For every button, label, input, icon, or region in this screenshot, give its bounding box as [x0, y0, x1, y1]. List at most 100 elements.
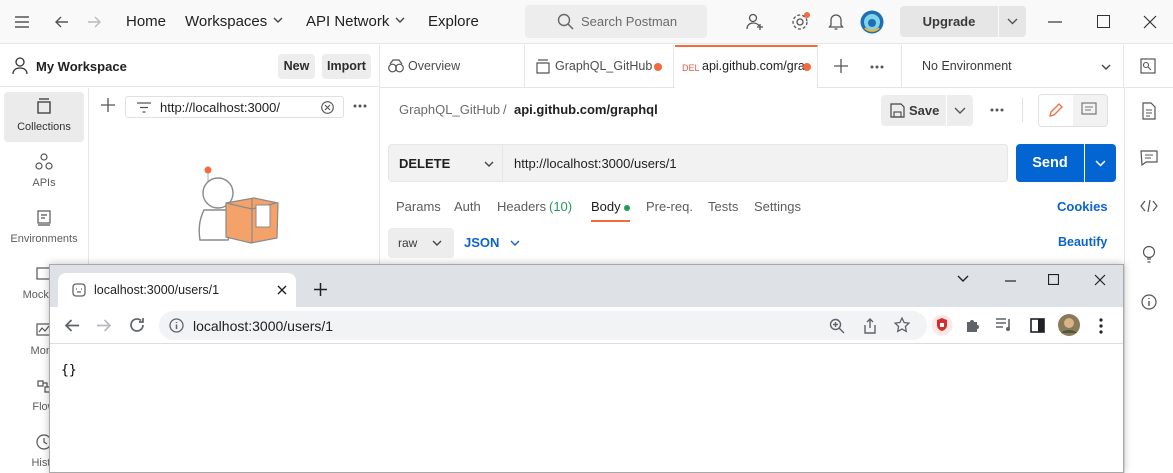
- forward-arrow-icon[interactable]: [96, 318, 112, 333]
- back-arrow-icon[interactable]: [54, 14, 70, 30]
- extensions-puzzle-icon[interactable]: [965, 317, 981, 333]
- back-arrow-icon[interactable]: [64, 318, 80, 333]
- environment-quick-look-icon[interactable]: [1140, 58, 1156, 74]
- request-more-icon[interactable]: [990, 108, 1004, 112]
- bookmark-star-icon[interactable]: [894, 317, 910, 333]
- browser-tab-title: localhost:3000/users/1: [94, 283, 220, 297]
- media-controls-icon[interactable]: [996, 318, 1013, 332]
- nav-home[interactable]: Home: [126, 13, 166, 30]
- minimize-icon[interactable]: [1048, 21, 1062, 23]
- upgrade-menu-button[interactable]: [999, 6, 1026, 37]
- tab-params[interactable]: Params: [396, 199, 441, 214]
- tab-prerequest[interactable]: Pre-req.: [646, 199, 693, 214]
- more-options-icon[interactable]: [353, 104, 367, 108]
- save-label: Save: [909, 103, 940, 118]
- profile-avatar[interactable]: [1058, 314, 1080, 336]
- side-panel-icon[interactable]: [1030, 318, 1045, 333]
- overview-icon: [388, 59, 404, 73]
- new-button[interactable]: New: [278, 54, 315, 79]
- beautify-button[interactable]: Beautify: [1058, 235, 1107, 249]
- new-tab-add-icon[interactable]: [834, 59, 848, 73]
- nav-workspaces[interactable]: Workspaces: [185, 13, 267, 30]
- invite-user-icon[interactable]: [746, 13, 764, 31]
- tab-body[interactable]: Body: [591, 199, 621, 214]
- tab-auth[interactable]: Auth: [454, 199, 481, 214]
- close-icon[interactable]: [1094, 274, 1106, 286]
- minimize-icon[interactable]: [1005, 280, 1016, 282]
- nav-explore[interactable]: Explore: [428, 13, 479, 30]
- cookies-link[interactable]: Cookies: [1057, 199, 1108, 214]
- request-url-input[interactable]: http://localhost:3000/users/1: [503, 144, 1008, 182]
- headers-count-badge: (10): [549, 199, 573, 214]
- workspace-title[interactable]: My Workspace: [36, 59, 127, 74]
- sidebar-item-label: Environments: [10, 233, 78, 245]
- body-format-select[interactable]: JSON: [464, 235, 499, 250]
- tab-graphql-github[interactable]: GraphQL_GitHub: [526, 45, 674, 88]
- unsaved-dot: [803, 63, 811, 71]
- close-icon[interactable]: [1143, 15, 1157, 29]
- browser-menu-icon[interactable]: [1099, 318, 1103, 334]
- sidebar-item-environments[interactable]: Environments: [0, 209, 88, 245]
- sidebar-item-collections[interactable]: Collections: [0, 97, 88, 133]
- search-input[interactable]: Search Postman: [525, 5, 707, 38]
- avatar[interactable]: [860, 10, 884, 34]
- close-tab-icon[interactable]: [277, 285, 287, 295]
- tab-search-chevron-icon[interactable]: [957, 275, 969, 283]
- send-button[interactable]: Send: [1016, 144, 1084, 182]
- zoom-icon[interactable]: [829, 318, 845, 334]
- import-button[interactable]: Import: [322, 54, 371, 79]
- request-url-value: http://localhost:3000/users/1: [514, 156, 677, 171]
- tab-headers[interactable]: Headers: [497, 199, 546, 214]
- new-tab-icon[interactable]: [314, 283, 327, 296]
- extension-shield-icon[interactable]: [931, 314, 953, 336]
- forward-arrow-icon[interactable]: [86, 14, 102, 30]
- collections-filter-input[interactable]: http://localhost:3000/: [125, 96, 344, 118]
- send-options-button[interactable]: [1085, 144, 1116, 182]
- save-button[interactable]: Save: [881, 95, 946, 126]
- pencil-icon: [1048, 102, 1064, 118]
- browser-tab[interactable]: localhost:3000/users/1: [58, 273, 296, 307]
- menu-icon[interactable]: [14, 15, 30, 29]
- environment-select[interactable]: No Environment: [902, 45, 1120, 88]
- comment-icon[interactable]: [1081, 102, 1097, 118]
- settings-gear-icon[interactable]: [790, 12, 810, 32]
- site-info-icon[interactable]: [169, 318, 184, 333]
- tab-label: api.github.com/gra: [702, 59, 805, 73]
- tab-delete-request[interactable]: DEL api.github.com/gra: [675, 45, 818, 88]
- edit-mode-button[interactable]: [1039, 95, 1073, 126]
- address-bar[interactable]: localhost:3000/users/1: [159, 311, 927, 340]
- tab-settings[interactable]: Settings: [754, 199, 801, 214]
- tab-label: GraphQL_GitHub: [555, 59, 653, 73]
- chevron-down-icon: [273, 16, 283, 24]
- method-value: DELETE: [399, 156, 451, 171]
- toolbar-divider: [1022, 98, 1023, 122]
- breadcrumb-request[interactable]: api.github.com/graphql: [514, 102, 658, 117]
- add-icon[interactable]: [101, 98, 115, 112]
- documentation-icon[interactable]: [1141, 102, 1157, 120]
- body-mode-select[interactable]: raw: [388, 228, 454, 258]
- reload-icon[interactable]: [129, 317, 145, 333]
- maximize-icon[interactable]: [1048, 274, 1059, 285]
- tab-tests[interactable]: Tests: [708, 199, 738, 214]
- save-icon: [890, 103, 905, 118]
- notifications-bell-icon[interactable]: [828, 12, 844, 31]
- lightbulb-icon[interactable]: [1141, 245, 1157, 263]
- tab-overview[interactable]: Overview: [380, 45, 525, 88]
- method-select[interactable]: DELETE: [388, 144, 503, 182]
- sidebar-item-apis[interactable]: APIs: [0, 153, 88, 189]
- chevron-down-icon[interactable]: [510, 239, 520, 247]
- filter-icon: [137, 102, 151, 113]
- breadcrumb-collection[interactable]: GraphQL_GitHub: [399, 102, 500, 117]
- save-options-button[interactable]: [947, 95, 973, 126]
- upgrade-button[interactable]: Upgrade: [900, 6, 998, 37]
- info-icon[interactable]: [1141, 294, 1157, 310]
- sidebar-item-label: APIs: [32, 177, 56, 189]
- address-value: localhost:3000/users/1: [193, 318, 334, 334]
- code-snippet-icon[interactable]: [1140, 199, 1158, 213]
- nav-api-network[interactable]: API Network: [306, 13, 389, 30]
- clear-filter-icon[interactable]: [321, 101, 334, 114]
- tabs-more-icon[interactable]: [870, 65, 884, 69]
- maximize-icon[interactable]: [1097, 15, 1110, 28]
- share-icon[interactable]: [862, 318, 878, 334]
- comments-icon[interactable]: [1140, 150, 1158, 166]
